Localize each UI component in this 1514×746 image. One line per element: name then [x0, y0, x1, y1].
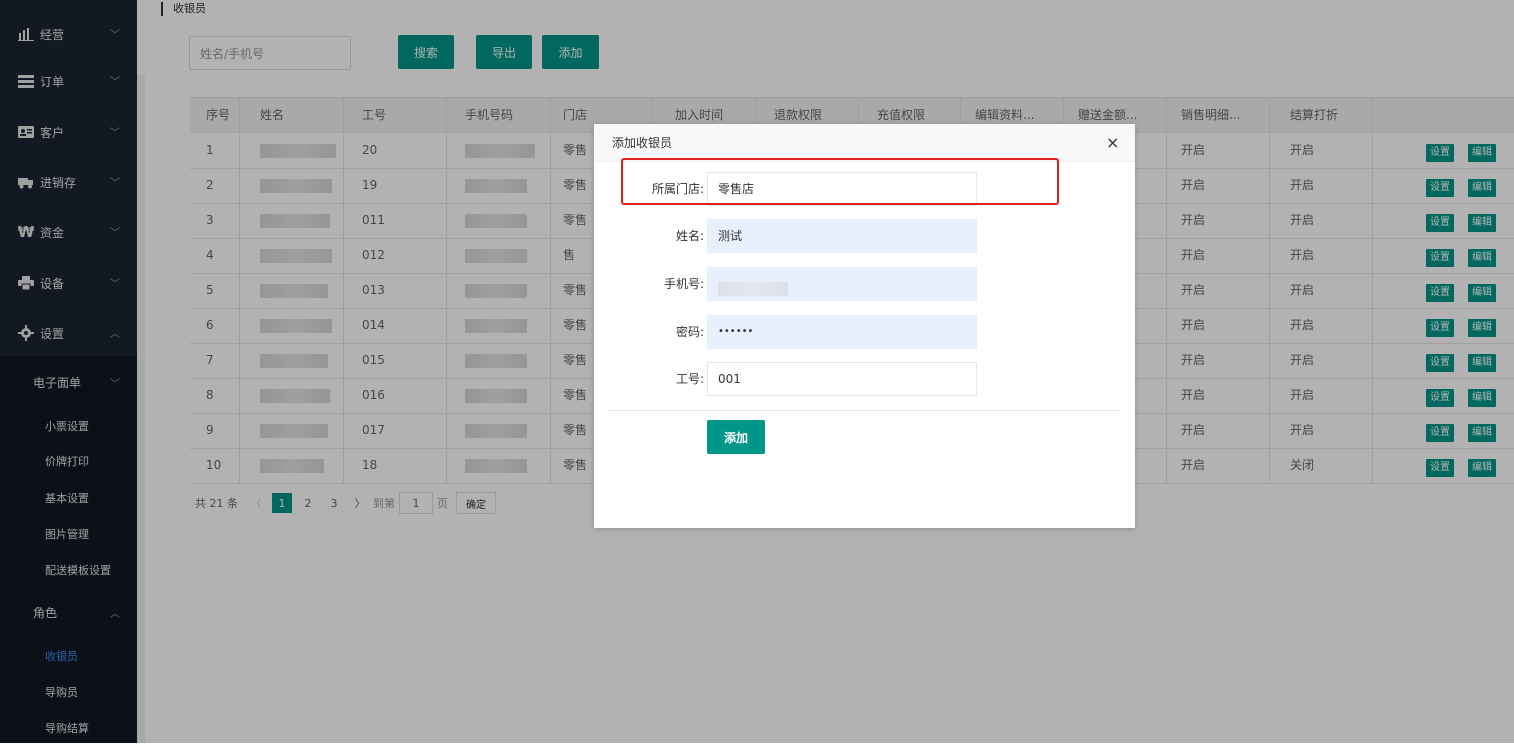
submit-add-button[interactable]: 添加	[707, 420, 765, 454]
employee-id-label: 工号:	[675, 372, 704, 386]
password-field[interactable]: ••••••	[707, 315, 977, 349]
employee-id-field[interactable]: 001	[707, 362, 977, 396]
password-label: 密码:	[675, 325, 704, 339]
name-field[interactable]: 测试	[707, 219, 977, 253]
dialog-title: 添加收银员	[594, 124, 1135, 162]
highlight-box	[621, 158, 1059, 205]
phone-field[interactable]	[707, 267, 977, 301]
close-icon[interactable]: ×	[1106, 133, 1119, 152]
phone-label: 手机号:	[663, 277, 704, 291]
dialog-divider	[608, 410, 1121, 411]
name-label: 姓名:	[675, 229, 704, 243]
redacted-phone	[718, 282, 788, 296]
